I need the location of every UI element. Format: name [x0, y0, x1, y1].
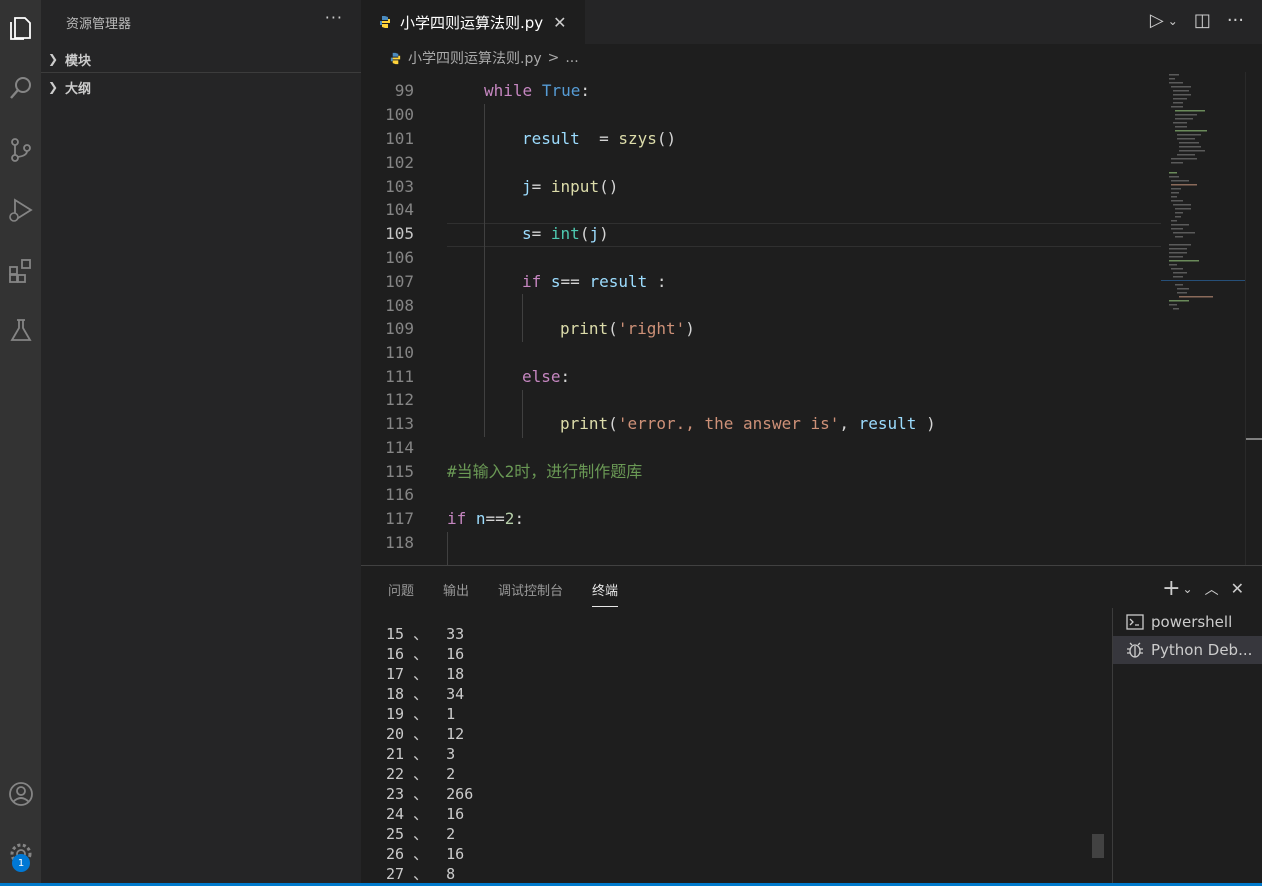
code-line: 104 — [385, 200, 414, 219]
editor-toolbar: ▷ ⌄ ◫ ··· — [1150, 10, 1244, 31]
search-icon[interactable] — [0, 66, 41, 110]
close-panel-icon[interactable]: ✕ — [1231, 579, 1244, 598]
close-icon[interactable]: ✕ — [553, 13, 566, 32]
chevron-down-icon[interactable]: ⌄ — [1183, 582, 1193, 596]
sidebar-title: 资源管理器 — [66, 17, 132, 32]
editor-area: 小学四则运算法则.py ✕ ▷ ⌄ ◫ ··· 小学四则运算法则.py > ..… — [361, 0, 1262, 565]
section-outline[interactable]: ❯ 大纲 — [41, 74, 361, 100]
breadcrumb-file[interactable]: 小学四则运算法则.py — [408, 48, 542, 68]
run-icon[interactable]: ▷ — [1150, 10, 1164, 31]
terminal-line: 21 、 3 — [386, 745, 456, 763]
code-line: 109 print('right') — [385, 319, 695, 338]
terminal-list: powershell Python Deb... — [1112, 608, 1262, 884]
code-line: 117 if n==2: — [385, 509, 525, 528]
terminal-output[interactable]: 15 、 33 16 、 16 17 、 18 18 、 34 19 、 1 2… — [386, 624, 473, 884]
source-control-icon[interactable] — [0, 128, 41, 172]
tab-active-file[interactable]: 小学四则运算法则.py ✕ — [361, 0, 585, 44]
terminal-line: 26 、 16 — [386, 845, 465, 863]
code-line: 101 result = szys() — [385, 129, 677, 148]
tab-bar: 小学四则运算法则.py ✕ ▷ ⌄ ◫ ··· — [361, 0, 1262, 44]
python-file-icon — [380, 16, 390, 28]
terminal-line: 18 、 34 — [386, 685, 465, 703]
code-line: 118 — [385, 533, 414, 552]
code-line: 111 else: — [385, 367, 571, 386]
code-line: 115 #当输入2时，进行制作题库 — [385, 462, 643, 481]
debug-icon — [1127, 642, 1143, 658]
code-line: 100 — [385, 105, 414, 124]
terminal-icon — [1126, 614, 1144, 630]
terminal-line: 25 、 2 — [386, 825, 456, 843]
minimap[interactable] — [1161, 72, 1245, 565]
explorer-icon[interactable] — [0, 6, 41, 50]
chevron-down-icon[interactable]: ⌄ — [1168, 14, 1178, 28]
tab-debug-console[interactable]: 调试控制台 — [498, 580, 563, 607]
code-line: 108 — [385, 296, 414, 315]
terminal-line: 15 、 33 — [386, 625, 465, 643]
section-modules[interactable]: ❯ 模块 — [41, 46, 361, 73]
bottom-panel: 问题 输出 调试控制台 终端 + ⌄ ︿ ✕ 15 、 33 16 、 16 1… — [361, 565, 1262, 884]
new-terminal-icon[interactable]: + — [1162, 576, 1180, 601]
editor-scrollbar[interactable] — [1245, 72, 1262, 565]
more-actions-icon[interactable]: ··· — [1227, 10, 1244, 31]
section-label: 模块 — [65, 53, 92, 69]
chevron-right-icon: ❯ — [47, 80, 59, 94]
tab-output[interactable]: 输出 — [443, 580, 469, 607]
tab-problems[interactable]: 问题 — [388, 580, 414, 607]
breadcrumb-rest[interactable]: ... — [565, 50, 578, 66]
tab-label: 小学四则运算法则.py — [400, 13, 544, 32]
terminal-line: 16 、 16 — [386, 645, 465, 663]
terminal-scrollbar[interactable] — [1092, 834, 1104, 858]
activity-bar: 1 — [0, 0, 41, 883]
terminal-line: 24 、 16 — [386, 805, 465, 823]
terminal-line: 22 、 2 — [386, 765, 456, 783]
terminal-item-python-debug[interactable]: Python Deb... — [1113, 636, 1262, 664]
code-line: 103 j= input() — [385, 177, 619, 196]
terminal-item-powershell[interactable]: powershell — [1113, 608, 1262, 636]
code-line: 102 — [385, 153, 414, 172]
terminal-line: 23 、 266 — [386, 785, 474, 803]
code-line: 116 — [385, 485, 414, 504]
breadcrumb: 小学四则运算法则.py > ... — [361, 44, 1262, 72]
panel-toolbar: + ⌄ ︿ ✕ — [1162, 576, 1244, 601]
code-line: 106 — [385, 248, 414, 267]
explorer-sidebar: 资源管理器 ··· ❯ 模块 ❯ 大纲 — [41, 0, 361, 883]
terminal-line: 19 、 1 — [386, 705, 456, 723]
tab-terminal[interactable]: 终端 — [592, 580, 619, 607]
more-actions-icon[interactable]: ··· — [325, 8, 343, 27]
terminal-line: 27 、 8 — [386, 865, 456, 883]
terminal-line: 17 、 18 — [386, 665, 465, 683]
terminal-item-label: powershell — [1151, 613, 1233, 631]
breadcrumb-separator: > — [547, 50, 560, 66]
python-file-icon — [390, 52, 401, 64]
code-line: 113 print('error., the answer is', result… — [385, 414, 936, 433]
settings-badge: 1 — [12, 854, 30, 872]
terminal-item-label: Python Deb... — [1151, 641, 1253, 659]
code-line: 107 if s== result : — [385, 272, 667, 291]
panel-tabs: 问题 输出 调试控制台 终端 — [388, 580, 619, 607]
section-label: 大纲 — [65, 81, 92, 97]
code-editor[interactable]: 99 while True: 100 101 result = szys() 102… — [361, 72, 1161, 565]
code-line: 112 — [385, 390, 414, 409]
testing-icon[interactable] — [0, 308, 41, 352]
chevron-right-icon: ❯ — [47, 52, 59, 66]
maximize-panel-icon[interactable]: ︿ — [1205, 579, 1219, 599]
code-line: 110 — [385, 343, 414, 362]
code-line-active: 105 s= int(j) — [385, 224, 609, 243]
code-line: 99 while True: — [394, 81, 590, 100]
terminal-line: 20 、 12 — [386, 725, 465, 743]
code-line: 114 — [385, 438, 414, 457]
account-icon[interactable] — [0, 772, 41, 816]
run-debug-icon[interactable] — [0, 188, 41, 232]
extensions-icon[interactable] — [0, 248, 41, 292]
split-editor-icon[interactable]: ◫ — [1194, 10, 1211, 31]
